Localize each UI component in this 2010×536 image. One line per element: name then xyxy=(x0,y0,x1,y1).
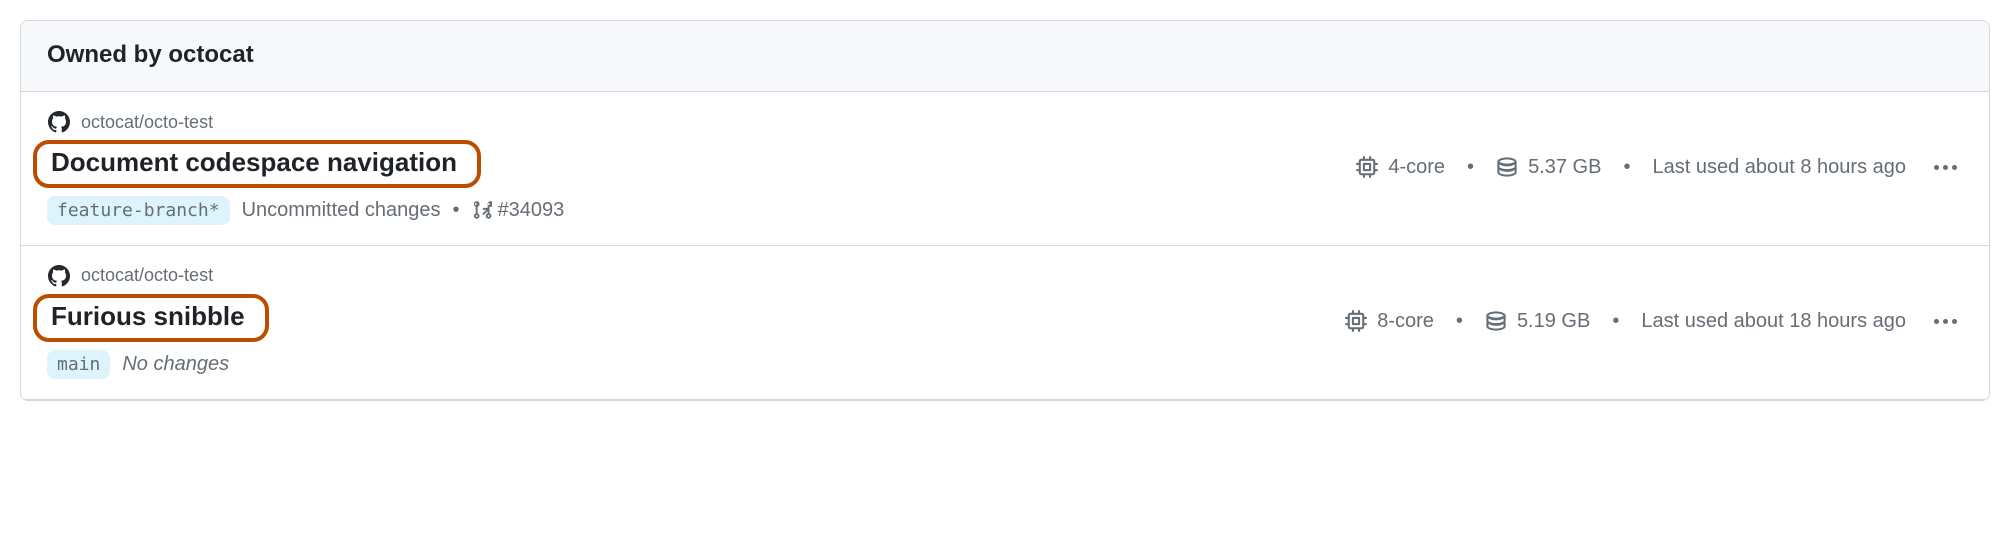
last-used: Last used about 18 hours ago xyxy=(1641,310,1906,333)
codespace-title-link[interactable]: Document codespace navigation xyxy=(33,140,481,188)
owner-avatar-icon xyxy=(47,264,71,288)
database-icon xyxy=(1485,310,1507,332)
storage-usage: 5.19 GB xyxy=(1485,310,1590,333)
pull-request-link[interactable]: #34093 xyxy=(472,199,565,222)
separator-dot: • xyxy=(1623,156,1630,179)
owner-avatar-icon xyxy=(47,110,71,134)
codespace-row: octocat/octo-test Furious snibble main N… xyxy=(21,246,1989,400)
panel-title: Owned by octocat xyxy=(47,41,254,68)
cpu-icon xyxy=(1345,310,1367,332)
actions-menu-button[interactable] xyxy=(1928,159,1963,176)
separator-dot: • xyxy=(1612,310,1619,333)
separator-dot: • xyxy=(453,199,460,222)
commit-status: No changes xyxy=(122,353,229,376)
codespace-row: octocat/octo-test Document codespace nav… xyxy=(21,92,1989,246)
cpu-icon xyxy=(1356,156,1378,178)
git-pull-request-icon xyxy=(472,200,492,220)
codespaces-panel: Owned by octocat octocat/octo-test Docum… xyxy=(20,20,1990,401)
separator-dot: • xyxy=(1467,156,1474,179)
branch-badge[interactable]: main xyxy=(47,350,110,379)
commit-status: Uncommitted changes xyxy=(242,199,441,222)
codespace-title-link[interactable]: Furious snibble xyxy=(33,294,269,342)
repo-path[interactable]: octocat/octo-test xyxy=(81,112,213,133)
machine-spec: 8-core xyxy=(1345,310,1434,333)
last-used: Last used about 8 hours ago xyxy=(1652,156,1906,179)
machine-spec: 4-core xyxy=(1356,156,1445,179)
separator-dot: • xyxy=(1456,310,1463,333)
panel-header: Owned by octocat xyxy=(21,21,1989,92)
storage-usage: 5.37 GB xyxy=(1496,156,1601,179)
actions-menu-button[interactable] xyxy=(1928,313,1963,330)
repo-path[interactable]: octocat/octo-test xyxy=(81,265,213,286)
pr-number: #34093 xyxy=(498,199,565,222)
database-icon xyxy=(1496,156,1518,178)
branch-badge[interactable]: feature-branch* xyxy=(47,196,230,225)
